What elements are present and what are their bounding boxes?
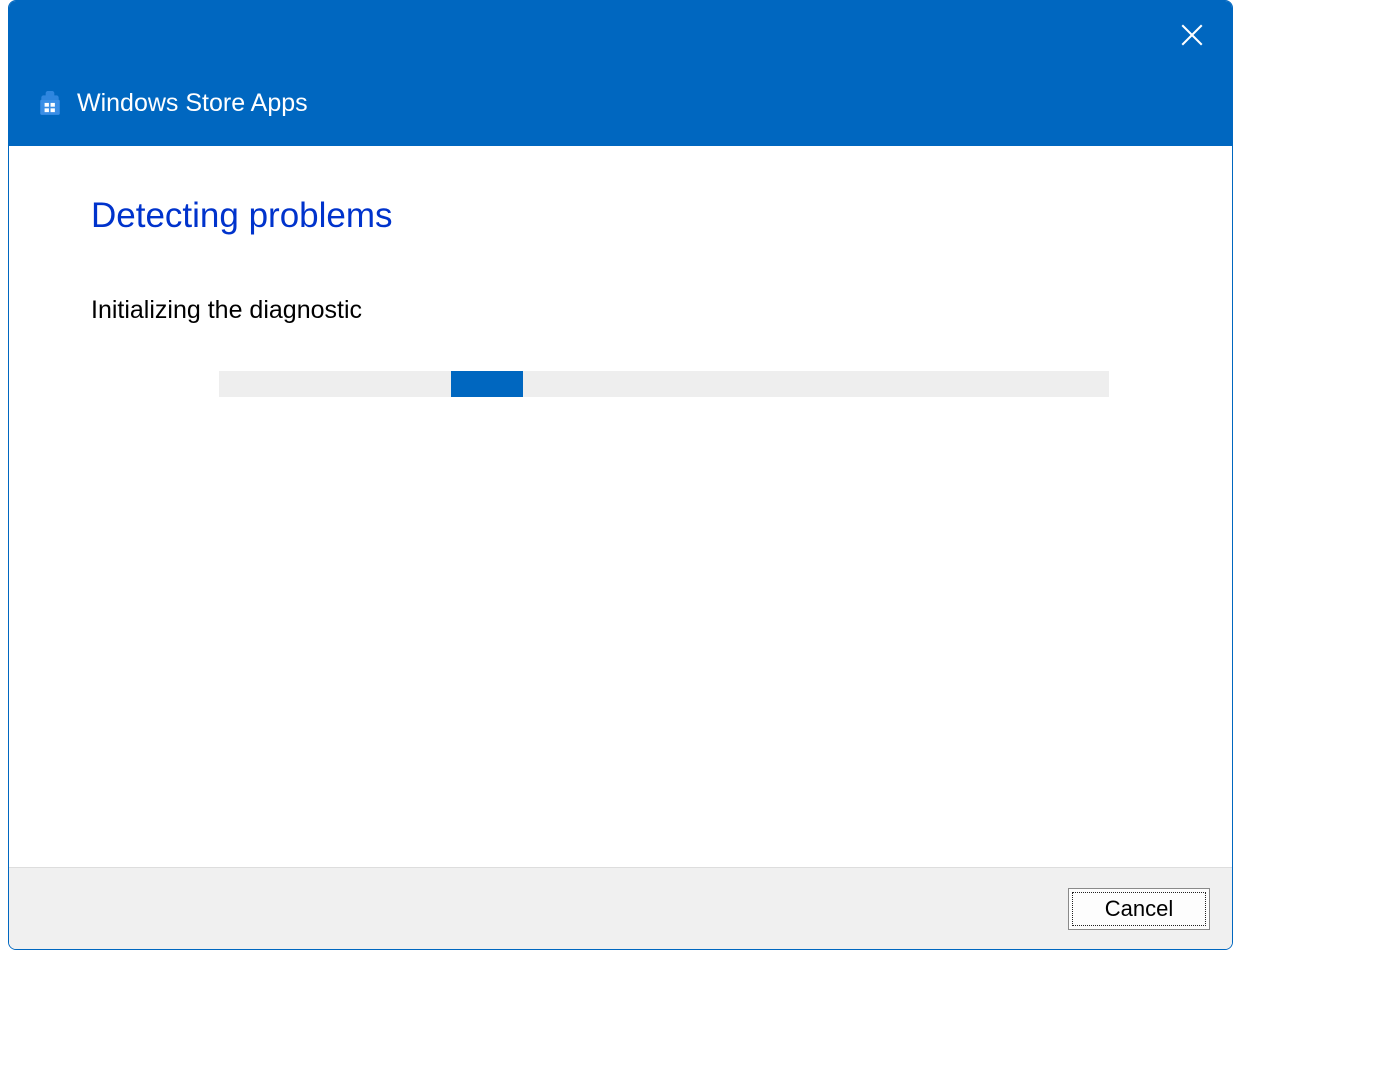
windows-store-icon — [37, 91, 63, 117]
progress-indicator — [451, 371, 523, 397]
page-heading: Detecting problems — [91, 196, 1150, 236]
cancel-button[interactable]: Cancel — [1068, 888, 1210, 930]
titlebar: Windows Store Apps — [9, 1, 1232, 146]
troubleshooter-window: Windows Store Apps Detecting problems In… — [8, 0, 1233, 950]
status-text: Initializing the diagnostic — [91, 296, 1150, 325]
content-area: Detecting problems Initializing the diag… — [9, 146, 1232, 867]
footer: Cancel — [9, 867, 1232, 949]
window-title: Windows Store Apps — [77, 89, 308, 118]
titlebar-content: Windows Store Apps — [37, 89, 308, 118]
close-button[interactable] — [1174, 17, 1210, 53]
progress-bar — [219, 371, 1109, 397]
close-icon — [1179, 22, 1205, 48]
